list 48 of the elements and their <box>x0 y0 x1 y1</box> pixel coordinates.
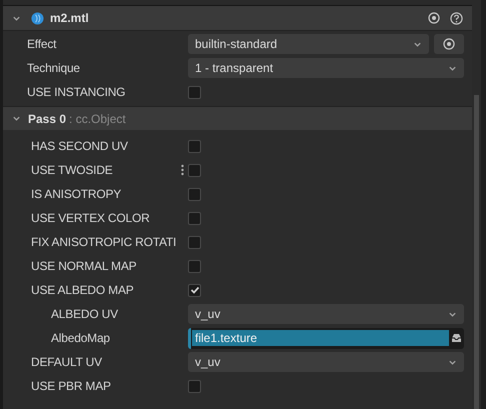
pass-title: Pass 0 <box>28 110 66 128</box>
caret-icon[interactable] <box>448 358 457 366</box>
locate-icon <box>443 38 455 50</box>
property-label: FIX ANISOTROPIC ROTATI <box>31 234 176 251</box>
asset-field[interactable]: file1.texture <box>188 328 464 348</box>
chevron-icon[interactable] <box>12 114 21 123</box>
pass-type: : cc.Object <box>69 110 126 128</box>
checkbox[interactable] <box>188 236 201 248</box>
caret-icon[interactable] <box>448 64 457 72</box>
checkbox[interactable] <box>188 164 201 176</box>
scrollbar[interactable] <box>472 0 481 409</box>
property-label: Technique <box>27 60 80 77</box>
pass-header[interactable]: Pass 0 : cc.Object <box>3 106 472 130</box>
property-label: ALBEDO UV <box>51 306 118 323</box>
property-label: USE INSTANCING <box>27 84 126 101</box>
property-label: DEFAULT UV <box>31 354 102 371</box>
material-icon <box>31 12 44 24</box>
chevron-icon[interactable] <box>12 14 21 22</box>
dropdown[interactable]: v_uv <box>188 304 464 324</box>
dropdown[interactable]: 1 - transparent <box>188 58 464 78</box>
checkbox[interactable] <box>188 380 201 392</box>
property-label: Effect <box>27 36 56 53</box>
checkbox[interactable] <box>188 260 201 272</box>
property-label: USE TWOSIDE <box>31 162 113 179</box>
property-label: USE NORMAL MAP <box>31 258 136 275</box>
scrollbar-thumb[interactable] <box>474 95 479 409</box>
inbox-icon[interactable] <box>451 333 462 343</box>
component-title: m2.mtl <box>50 10 90 27</box>
caret-icon[interactable] <box>413 40 422 48</box>
locate-button[interactable] <box>434 34 464 54</box>
checkbox[interactable] <box>188 188 201 200</box>
property-label: USE VERTEX COLOR <box>31 210 150 227</box>
dropdown[interactable]: builtin-standard <box>188 34 429 54</box>
property-label: IS ANISOTROPY <box>31 186 122 203</box>
property-label: USE ALBEDO MAP <box>31 282 134 299</box>
help-icon[interactable] <box>450 12 463 24</box>
property-label: AlbedoMap <box>51 330 110 347</box>
more-icon[interactable] <box>181 164 184 176</box>
checkbox[interactable] <box>188 212 201 224</box>
dropdown[interactable]: v_uv <box>188 352 464 372</box>
locate-icon <box>428 12 440 24</box>
property-label: USE PBR MAP <box>31 378 111 395</box>
checkbox[interactable] <box>188 86 201 98</box>
property-label: HAS SECOND UV <box>31 138 128 155</box>
checkbox[interactable] <box>188 284 201 296</box>
checkbox[interactable] <box>188 140 201 152</box>
caret-icon[interactable] <box>448 310 457 318</box>
component-header[interactable]: m2.mtl <box>3 6 472 31</box>
